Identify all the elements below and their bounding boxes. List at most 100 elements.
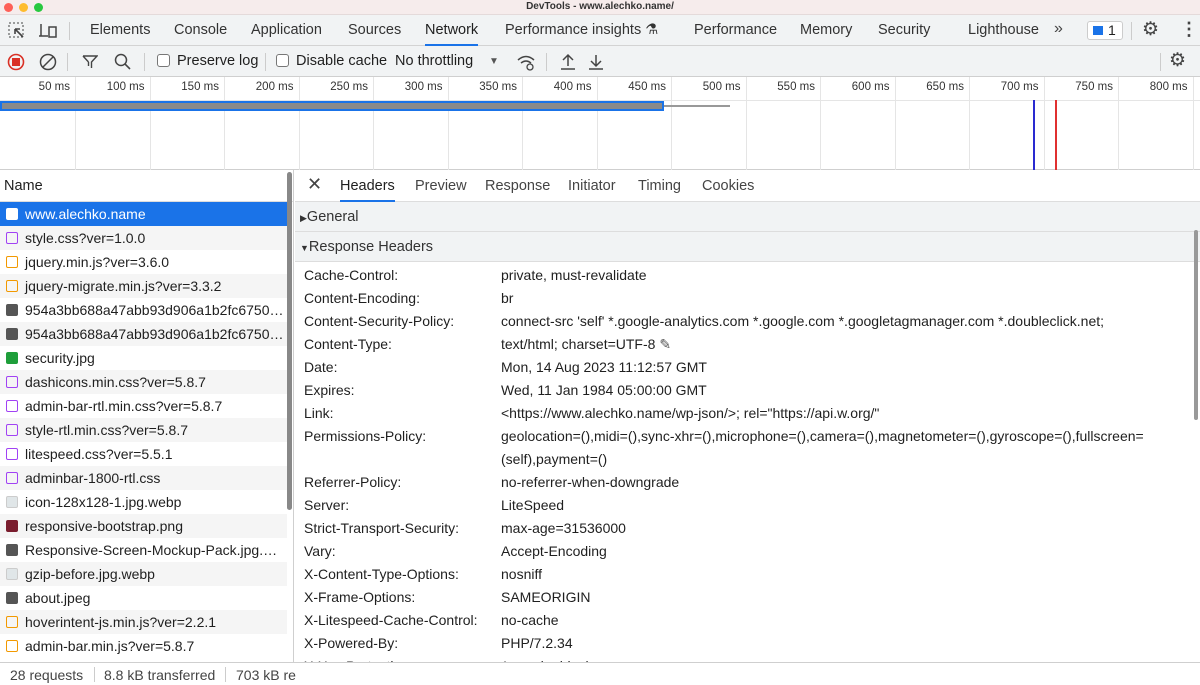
search-icon[interactable] [114,53,132,71]
header-value[interactable]: no-referrer-when-downgrade [501,471,1161,494]
detail-scrollbar[interactable] [1194,230,1198,420]
tab-label: Application [251,22,322,38]
import-har-upload-icon[interactable] [560,53,576,71]
general-section-header[interactable]: ▶General [295,202,1200,232]
header-value[interactable]: Mon, 14 Aug 2023 11:12:57 GMT [501,356,1161,379]
request-row[interactable]: hoverintent-js.min.js?ver=2.2.1 [0,610,287,634]
request-row[interactable]: icon-128x128-1.jpg.webp [0,490,287,514]
tab-network[interactable]: Network [425,15,479,46]
tab-security[interactable]: Security [878,15,930,46]
tab-label: Network [425,22,479,38]
header-value[interactable]: text/html; charset=UTF-8 ✎ [501,333,1161,356]
tab-performance[interactable]: Performance [694,15,777,46]
request-row[interactable]: jquery.min.js?ver=3.6.0 [0,250,287,274]
checkbox-box[interactable] [276,54,289,67]
inspect-element-icon[interactable] [8,22,26,40]
stylesheet-icon [6,424,18,436]
request-row[interactable]: 954a3bb688a47abb93d906a1b2fc6750… [0,298,287,322]
record-stop-icon[interactable] [7,53,25,71]
header-name: X-Frame-Options: [304,589,416,605]
request-name: jquery-migrate.min.js?ver=3.3.2 [25,278,222,294]
response-headers-section-header[interactable]: ▼Response Headers [295,232,1200,262]
request-row[interactable]: Responsive-Screen-Mockup-Pack.jpg.w… [0,538,287,562]
export-har-download-icon[interactable] [588,53,604,71]
timeline-gridline [1118,77,1119,170]
request-name: style-rtl.min.css?ver=5.8.7 [25,422,188,438]
request-name: admin-bar.min.js?ver=5.8.7 [25,638,195,654]
header-value[interactable]: nosniff [501,563,1161,586]
timeline-tick-label: 750 ms [1075,81,1113,93]
request-list-scrollbar[interactable] [287,172,292,510]
header-value[interactable]: SAMEORIGIN [501,586,1161,609]
header-value[interactable]: private, must-revalidate [501,264,1161,287]
request-row[interactable]: style.css?ver=1.0.0 [0,226,287,250]
request-row[interactable]: 954a3bb688a47abb93d906a1b2fc6750… [0,322,287,346]
header-value[interactable]: Accept-Encoding [501,540,1161,563]
header-value[interactable]: max-age=31536000 [501,517,1161,540]
header-value[interactable]: geolocation=(),midi=(),sync-xhr=(),micro… [501,425,1161,471]
request-name: admin-bar-rtl.min.css?ver=5.8.7 [25,398,223,414]
request-row[interactable]: admin-bar-rtl.min.css?ver=5.8.7 [0,394,287,418]
request-row[interactable]: litespeed.css?ver=5.5.1 [0,442,287,466]
device-toolbar-icon[interactable] [38,22,58,40]
preserve-log-checkbox[interactable]: Preserve log [157,46,258,77]
image-icon [6,520,18,532]
load-event-marker [1055,100,1058,170]
message-icon [1093,26,1103,35]
request-detail-panel: ✕ Headers Preview Response Initiator Timing C… [295,170,1200,674]
response-headers-label: Response Headers [308,239,434,255]
network-conditions-icon[interactable] [516,53,536,71]
header-value[interactable]: Wed, 11 Jan 1984 05:00:00 GMT [501,379,1161,402]
checkbox-box[interactable] [157,54,170,67]
header-value[interactable]: LiteSpeed [501,494,1161,517]
header-value-text: nosniff [501,566,542,582]
more-tabs-chevron-icon[interactable]: » [1054,20,1063,38]
header-value[interactable]: br [501,287,1161,310]
tab-console[interactable]: Console [174,15,227,46]
more-options-kebab-icon[interactable]: ⋮ [1180,19,1198,40]
header-value[interactable]: PHP/7.2.34 [501,632,1161,655]
request-row[interactable]: gzip-before.jpg.webp [0,562,287,586]
request-row[interactable]: dashicons.min.css?ver=5.8.7 [0,370,287,394]
name-column-header[interactable]: Name [0,170,293,202]
detail-tab-initiator[interactable]: Initiator [568,170,616,202]
filter-icon[interactable] [82,54,98,70]
request-row[interactable]: admin-bar.min.js?ver=5.8.7 [0,634,287,658]
request-row[interactable]: www.alechko.name [0,202,287,226]
request-row[interactable]: style-rtl.min.css?ver=5.8.7 [0,418,287,442]
disable-cache-checkbox[interactable]: Disable cache [276,46,387,77]
script-icon [6,280,18,292]
header-value[interactable]: connect-src 'self' *.google-analytics.co… [501,310,1161,333]
detail-tab-preview[interactable]: Preview [415,170,467,202]
request-row[interactable]: jquery-migrate.min.js?ver=3.3.2 [0,274,287,298]
tab-application[interactable]: Application [251,15,322,46]
header-value[interactable]: <https://www.alechko.name/wp-json/>; rel… [501,402,1161,425]
stylesheet-icon [6,232,18,244]
detail-tab-timing[interactable]: Timing [638,170,681,202]
timeline-gridline [596,77,598,170]
tab-elements[interactable]: Elements [90,15,150,46]
request-row[interactable]: adminbar-1800-rtl.css [0,466,287,490]
settings-gear-icon[interactable]: ⚙ [1142,18,1159,41]
tab-sources[interactable]: Sources [348,15,401,46]
network-overview-timeline[interactable]: 50 ms 100 ms 150 ms 200 ms 250 ms 300 ms 350 m… [0,77,1200,170]
request-row[interactable]: security.jpg [0,346,287,370]
edit-pencil-icon[interactable]: ✎ [659,336,671,352]
tab-performance-insights[interactable]: Performance insights ⚗ [505,15,658,46]
request-row[interactable]: responsive-bootstrap.png [0,514,287,538]
devtools-tab-bar: Elements Console Application Sources Network… [0,15,1200,46]
detail-tab-headers[interactable]: Headers [340,170,395,202]
header-value[interactable]: no-cache [501,609,1161,632]
network-settings-gear-icon[interactable]: ⚙ [1169,49,1186,72]
issues-badge-button[interactable]: 1 [1087,21,1123,40]
close-detail-icon[interactable]: ✕ [307,174,322,195]
tab-lighthouse[interactable]: Lighthouse [968,15,1039,46]
detail-tab-cookies[interactable]: Cookies [702,170,754,202]
request-row[interactable]: about.jpeg [0,586,287,610]
tab-memory[interactable]: Memory [800,15,852,46]
throttling-select[interactable]: No throttling ▼ [395,46,505,77]
clear-icon[interactable] [39,53,57,71]
detail-tab-response[interactable]: Response [485,170,550,202]
tab-label: Console [174,22,228,38]
resources-size: 703 kB re [236,667,296,683]
